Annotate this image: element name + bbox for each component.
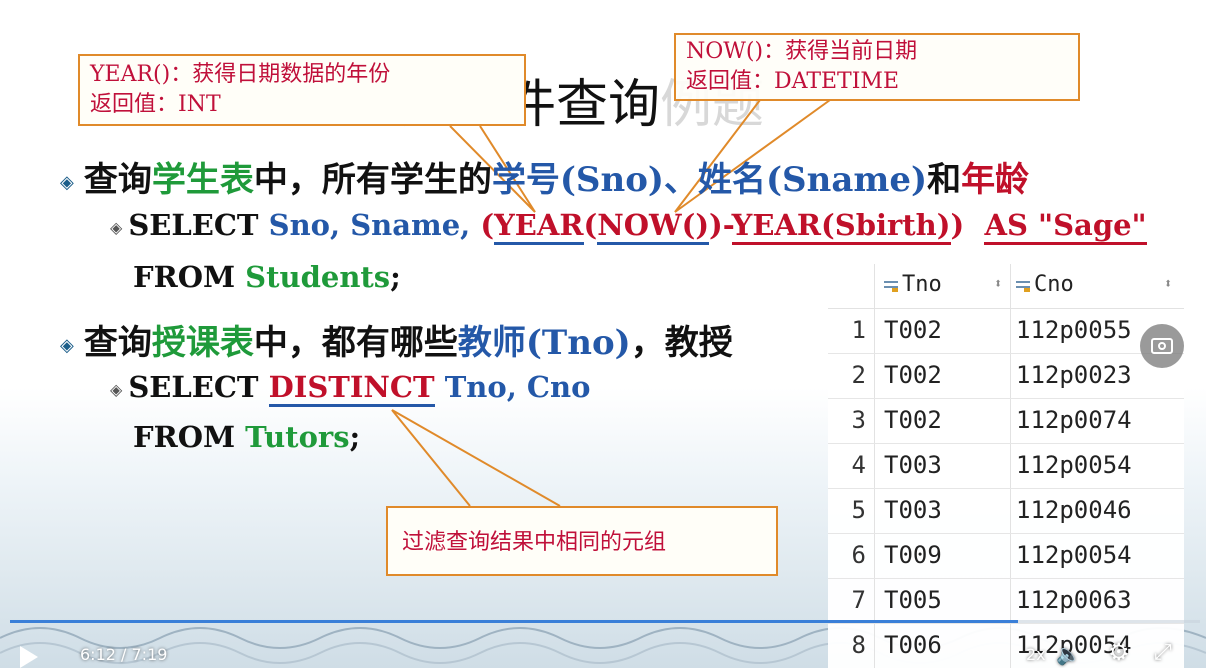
column-header-cno[interactable]: Cno — [1016, 272, 1074, 297]
column-header-tno[interactable]: Tno — [884, 272, 942, 297]
table-row[interactable]: 7 T005 112p0063 — [828, 578, 1184, 624]
volume-icon[interactable]: 🔈 — [1056, 642, 1081, 666]
year-function-callout: YEAR()：获得日期数据的年份 返回值：INT — [78, 54, 526, 126]
table-row[interactable]: 3 T002 112p0074 — [828, 398, 1184, 444]
bullet-icon: ◈ — [60, 334, 74, 356]
question-1-sql-from: FROM Students; — [133, 260, 401, 294]
table-row[interactable]: 1 T002 112p0055 — [828, 308, 1184, 354]
video-progress-fill — [10, 620, 1018, 623]
table-row[interactable]: 2 T002 112p0023 — [828, 353, 1184, 399]
distinct-callout: 过滤查询结果中相同的元组 — [386, 506, 778, 576]
camera-lens-icon — [1158, 342, 1166, 350]
grid-header: Tno ⬍ Cno ⬍ — [828, 264, 1184, 309]
settings-gear-icon[interactable]: ⚙ — [1108, 638, 1130, 666]
question-2-sql-select: ◈ SELECT DISTINCT Tno, Cno — [110, 370, 590, 407]
lecture-slide: 无条件查询例题 YEAR()：获得日期数据的年份 返回值：INT NOW()：获… — [0, 0, 1206, 668]
table-row[interactable]: 8 T006 112p0054 — [828, 623, 1184, 668]
question-2-sql-from: FROM Tutors; — [133, 420, 361, 454]
question-2: ◈ 查询授课表中，都有哪些教师(Tno)，教授 — [60, 323, 733, 363]
play-icon[interactable] — [20, 646, 38, 668]
query-result-grid: Tno ⬍ Cno ⬍ 1 T002 112p0055 2 T002 112p0023 … — [828, 264, 1184, 668]
video-time: 6:12 / 7:19 — [80, 645, 168, 664]
table-row[interactable]: 5 T003 112p0046 — [828, 488, 1184, 534]
sub-bullet-icon: ◈ — [110, 379, 123, 399]
question-1-sql-select: ◈ SELECT Sno, Sname, (YEAR(NOW())-YEAR(Sb… — [110, 208, 1147, 245]
playback-speed-button[interactable]: 2x — [1026, 645, 1046, 664]
sort-icon[interactable]: ⬍ — [994, 276, 1002, 292]
table-row[interactable]: 4 T003 112p0054 — [828, 443, 1184, 489]
sub-bullet-icon: ◈ — [110, 217, 123, 237]
column-icon — [884, 278, 898, 292]
fullscreen-icon[interactable]: ⤢ — [1154, 640, 1172, 665]
video-progress-bar[interactable] — [10, 620, 1200, 623]
now-function-callout: NOW()：获得当前日期 返回值：DATETIME — [674, 33, 1080, 101]
column-icon — [1016, 278, 1030, 292]
question-1: ◈ 查询学生表中，所有学生的学号(Sno)、姓名(Sname)和年龄 — [60, 160, 1030, 200]
bullet-icon: ◈ — [60, 171, 74, 193]
sort-icon[interactable]: ⬍ — [1164, 276, 1172, 292]
screenshot-camera-button[interactable] — [1140, 324, 1184, 368]
table-row[interactable]: 6 T009 112p0054 — [828, 533, 1184, 579]
